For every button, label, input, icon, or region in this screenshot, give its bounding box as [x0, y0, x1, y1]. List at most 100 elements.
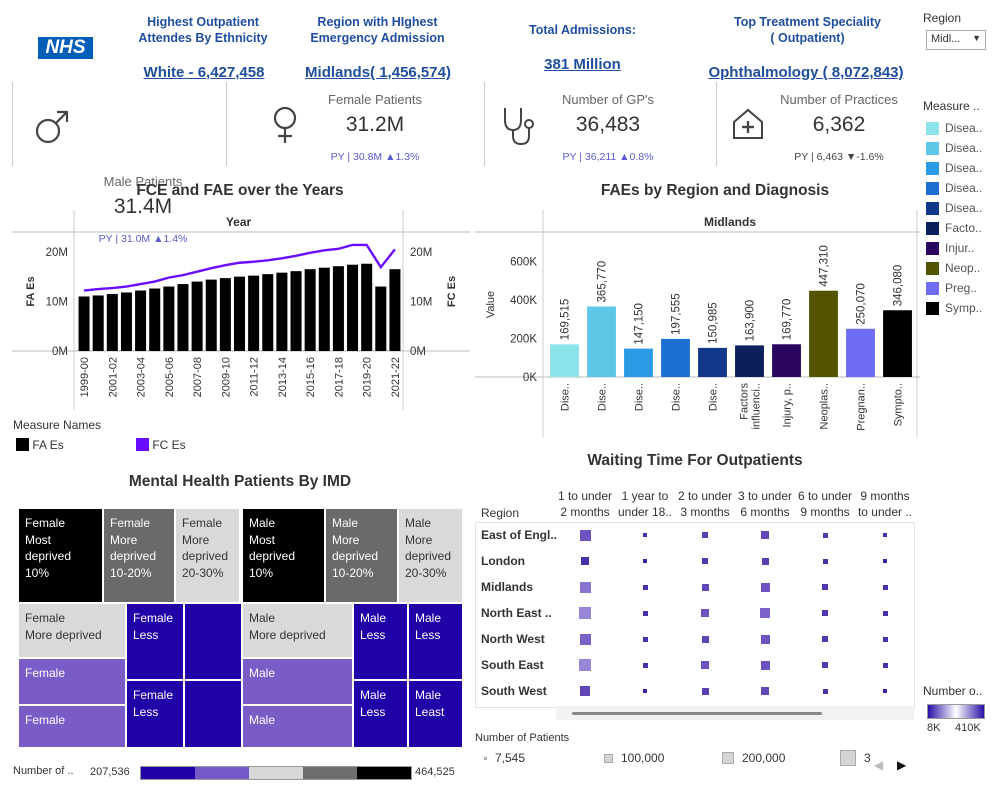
waiting-mark[interactable]	[883, 559, 887, 563]
fce-bar[interactable]	[120, 292, 132, 351]
scrollbar-thumb[interactable]	[572, 712, 822, 715]
fce-bar[interactable]	[205, 279, 217, 351]
waiting-mark[interactable]	[761, 531, 769, 539]
chevron-right-icon[interactable]: ▶	[897, 758, 906, 772]
waiting-mark[interactable]	[643, 559, 647, 563]
fce-bar[interactable]	[78, 296, 90, 351]
treemap-cell[interactable]: Male More deprived 20-30%	[398, 508, 463, 603]
faes-bar[interactable]	[624, 348, 653, 377]
treemap-cell[interactable]: Male Less	[353, 680, 408, 748]
waiting-mark[interactable]	[882, 584, 888, 590]
waiting-mark[interactable]	[642, 662, 648, 668]
fce-bar[interactable]	[332, 266, 344, 351]
waiting-mark[interactable]	[822, 636, 828, 642]
fce-bar[interactable]	[233, 276, 246, 351]
waiting-mark[interactable]	[760, 634, 770, 644]
fce-bar[interactable]	[219, 278, 231, 351]
region-value[interactable]: Midlands( 1,456,574)	[290, 64, 466, 81]
waiting-mark[interactable]	[701, 687, 709, 695]
fce-bar[interactable]	[347, 264, 359, 351]
waiting-mark[interactable]	[822, 584, 828, 590]
fce-bar[interactable]	[262, 274, 274, 351]
faes-bar[interactable]	[809, 290, 838, 377]
waiting-mark[interactable]	[701, 583, 709, 591]
horizontal-scrollbar[interactable]	[556, 706, 914, 720]
fce-bar[interactable]	[290, 271, 302, 351]
waiting-mark[interactable]	[579, 607, 591, 619]
fce-bar[interactable]	[276, 272, 288, 351]
waiting-mark[interactable]	[761, 557, 769, 565]
ethnicity-value[interactable]: White - 6,427,458	[118, 64, 290, 81]
fce-bar[interactable]	[389, 269, 401, 351]
measure-legend-item[interactable]: Symp..	[926, 298, 982, 318]
waiting-mark[interactable]	[579, 529, 591, 541]
waiting-mark[interactable]	[822, 688, 828, 694]
waiting-mark[interactable]	[882, 610, 888, 616]
waiting-mark[interactable]	[822, 558, 828, 564]
treemap-cell[interactable]: Male More deprived 10-20%	[325, 508, 398, 603]
waiting-mark[interactable]	[579, 633, 591, 645]
treemap-cell[interactable]: Female	[18, 658, 126, 705]
waiting-mark[interactable]	[761, 687, 769, 695]
measure-legend-item[interactable]: Disea..	[926, 178, 982, 198]
region-filter-select[interactable]: Midl... ▼	[926, 30, 986, 50]
waiting-mark[interactable]	[822, 532, 828, 538]
treemap-cell[interactable]: Female Less	[126, 680, 184, 748]
treemap-cell[interactable]: Female Less	[126, 603, 184, 680]
faes-bar[interactable]	[883, 310, 912, 377]
chevron-left-icon[interactable]: ◀	[874, 758, 883, 772]
waiting-mark[interactable]	[760, 660, 770, 670]
faes-bar[interactable]	[846, 328, 875, 377]
fce-bar[interactable]	[375, 286, 387, 351]
treemap-cell[interactable]: Male	[242, 658, 353, 705]
treemap-cell[interactable]: Male Least	[408, 680, 463, 748]
measure-legend-item[interactable]: Injur..	[926, 238, 982, 258]
waiting-mark[interactable]	[642, 610, 648, 616]
waiting-mark[interactable]	[579, 581, 591, 593]
waiting-mark[interactable]	[701, 609, 709, 617]
waiting-mark[interactable]	[822, 610, 828, 616]
fce-bar[interactable]	[177, 284, 189, 351]
treemap-cell[interactable]: Female More deprived 10-20%	[103, 508, 175, 603]
faes-bar[interactable]	[698, 347, 727, 377]
waiting-mark[interactable]	[642, 636, 648, 642]
fce-bar[interactable]	[106, 293, 118, 351]
treemap-cell[interactable]: Male More deprived	[242, 603, 353, 658]
fce-bar[interactable]	[163, 286, 175, 351]
fce-bar[interactable]	[304, 269, 316, 351]
measure-legend-item[interactable]: Facto..	[926, 218, 982, 238]
faes-bar[interactable]	[587, 306, 616, 377]
waiting-mark[interactable]	[882, 636, 888, 642]
waiting-mark[interactable]	[642, 584, 648, 590]
waiting-mark[interactable]	[643, 689, 647, 693]
treemap-cell[interactable]: Male Most deprived 10%	[242, 508, 325, 603]
fce-bar[interactable]	[149, 288, 161, 351]
measure-legend-item[interactable]: Neop..	[926, 258, 982, 278]
fce-bar[interactable]	[191, 281, 203, 351]
treemap-cell[interactable]	[184, 680, 242, 748]
fce-bar[interactable]	[318, 267, 330, 351]
waiting-mark[interactable]	[760, 582, 770, 592]
treemap-cell[interactable]: Male Less	[353, 603, 408, 680]
waiting-mark[interactable]	[822, 662, 828, 668]
waiting-mark[interactable]	[701, 635, 709, 643]
fce-bar[interactable]	[361, 263, 373, 351]
faes-bar[interactable]	[735, 345, 764, 377]
waiting-mark[interactable]	[701, 661, 709, 669]
measure-legend-item[interactable]: Disea..	[926, 118, 982, 138]
waiting-mark[interactable]	[580, 686, 590, 696]
waiting-mark[interactable]	[883, 533, 887, 537]
measure-legend-item[interactable]: Disea..	[926, 198, 982, 218]
waiting-mark[interactable]	[702, 558, 708, 564]
treemap-cell[interactable]	[184, 603, 242, 680]
admissions-value[interactable]: 381 Million	[505, 56, 660, 73]
measure-legend-item[interactable]: Disea..	[926, 158, 982, 178]
treemap-cell[interactable]: Female More deprived	[18, 603, 126, 658]
faes-bar[interactable]	[661, 338, 690, 377]
waiting-mark[interactable]	[883, 689, 887, 693]
treemap-cell[interactable]: Male Less	[408, 603, 463, 680]
measure-legend-item[interactable]: Preg..	[926, 278, 982, 298]
treemap-cell[interactable]: Male	[242, 705, 353, 748]
waiting-mark[interactable]	[882, 662, 888, 668]
treemap-cell[interactable]: Female More deprived 20-30%	[175, 508, 240, 603]
